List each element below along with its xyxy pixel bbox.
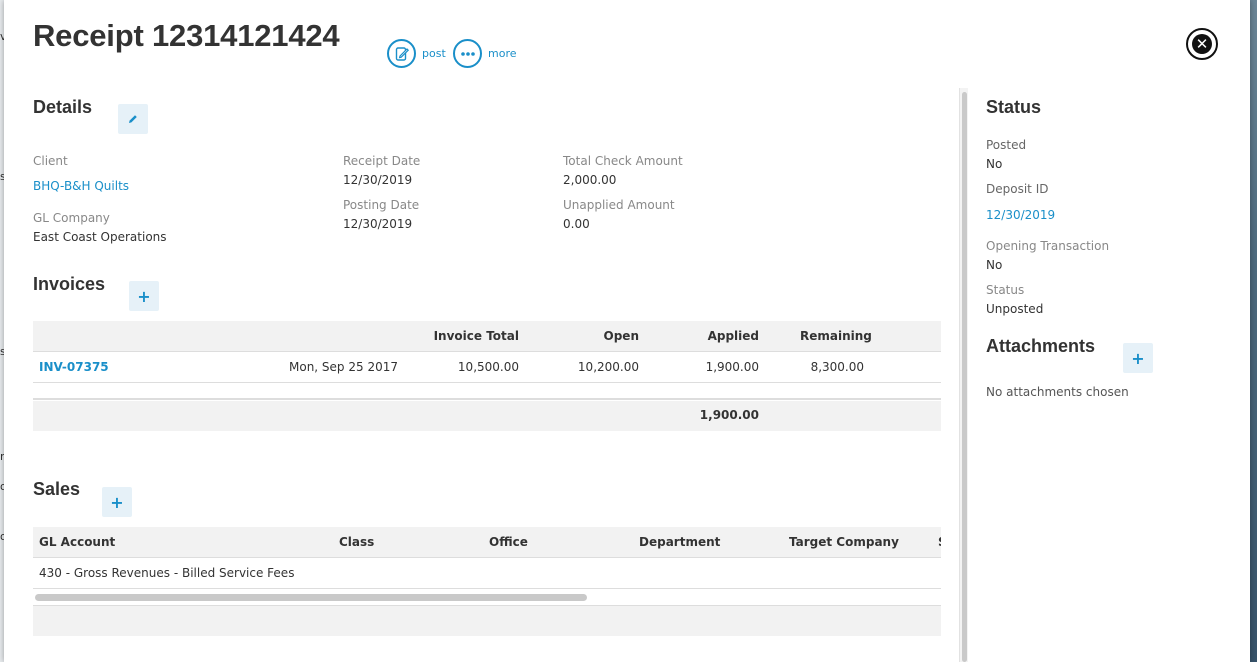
remaining-value: 8,300.00 bbox=[810, 360, 864, 374]
status-label: Status bbox=[986, 283, 1025, 297]
add-sale-button[interactable]: + bbox=[102, 487, 132, 517]
horizontal-scrollbar-thumb[interactable] bbox=[35, 594, 587, 601]
gl-company-label: GL Company bbox=[33, 211, 110, 225]
column-header-department: Department bbox=[639, 535, 721, 549]
sales-table-footer bbox=[33, 605, 941, 636]
add-invoice-button[interactable]: + bbox=[129, 281, 159, 311]
receipt-date-label: Receipt Date bbox=[343, 154, 421, 168]
invoice-total-value: 10,500.00 bbox=[457, 360, 519, 374]
table-row: INV-07375 Mon, Sep 25 2017 10,500.00 10,… bbox=[33, 352, 941, 383]
plus-icon: + bbox=[1131, 348, 1145, 368]
column-header-open: Open bbox=[603, 329, 639, 343]
gl-account-value: 430 - Gross Revenues - Billed Service Fe… bbox=[39, 566, 295, 580]
more-dots-icon bbox=[453, 39, 482, 68]
total-check-label: Total Check Amount bbox=[563, 154, 683, 168]
status-value: Unposted bbox=[986, 302, 1044, 316]
close-button[interactable]: ✕ bbox=[1186, 28, 1218, 60]
gl-company-value: East Coast Operations bbox=[33, 230, 167, 244]
post-label: post bbox=[422, 47, 446, 60]
posted-value: No bbox=[986, 157, 1003, 171]
total-check-value: 2,000.00 bbox=[563, 173, 617, 187]
opening-transaction-value: No bbox=[986, 258, 1003, 272]
posting-date-value: 12/30/2019 bbox=[343, 217, 413, 231]
opening-transaction-label: Opening Transaction bbox=[986, 239, 1110, 253]
unapplied-value: 0.00 bbox=[563, 217, 590, 231]
background-image-edge bbox=[1250, 0, 1257, 662]
column-header-truncated: S bbox=[938, 535, 941, 549]
plus-icon: + bbox=[137, 286, 151, 306]
vertical-scrollbar[interactable] bbox=[959, 88, 968, 662]
no-attachments-text: No attachments chosen bbox=[986, 385, 1129, 399]
invoices-table-header: Invoice Total Open Applied Remaining bbox=[33, 321, 941, 352]
more-button[interactable]: more bbox=[453, 39, 517, 68]
client-label: Client bbox=[33, 154, 68, 168]
post-button[interactable]: post bbox=[387, 39, 446, 68]
open-value: 10,200.00 bbox=[577, 360, 639, 374]
sales-table-header: GL Account Class Office Department Targe… bbox=[33, 527, 941, 558]
add-attachment-button[interactable]: + bbox=[1123, 343, 1153, 373]
more-label: more bbox=[488, 47, 517, 60]
applied-value: 1,900.00 bbox=[705, 360, 759, 374]
invoice-date: Mon, Sep 25 2017 bbox=[289, 360, 398, 374]
posting-date-label: Posting Date bbox=[343, 198, 420, 212]
invoices-heading: Invoices bbox=[33, 274, 106, 294]
vertical-scrollbar-thumb[interactable] bbox=[962, 92, 967, 662]
horizontal-scrollbar[interactable] bbox=[33, 591, 941, 603]
pencil-icon bbox=[129, 115, 137, 123]
column-header-target-company: Target Company bbox=[789, 535, 899, 549]
status-heading: Status bbox=[986, 97, 1042, 117]
receipt-date-value: 12/30/2019 bbox=[343, 173, 413, 187]
details-heading: Details bbox=[33, 97, 93, 117]
sales-heading: Sales bbox=[33, 479, 81, 499]
column-header-gl-account: GL Account bbox=[39, 535, 116, 549]
edit-details-button[interactable] bbox=[118, 104, 148, 134]
edit-document-icon bbox=[387, 39, 416, 68]
invoice-link[interactable]: INV-07375 bbox=[39, 360, 109, 374]
plus-icon: + bbox=[110, 492, 124, 512]
deposit-id-link[interactable]: 12/30/2019 bbox=[986, 208, 1055, 222]
close-circle-icon: ✕ bbox=[1192, 34, 1212, 54]
page-title: Receipt 12314121424 bbox=[33, 18, 340, 53]
column-header-invoice-total: Invoice Total bbox=[433, 329, 519, 343]
table-spacer-row bbox=[33, 383, 941, 400]
invoices-table-footer: 1,900.00 bbox=[33, 401, 941, 431]
deposit-id-label: Deposit ID bbox=[986, 182, 1049, 196]
attachments-heading: Attachments bbox=[986, 336, 1096, 356]
unapplied-label: Unapplied Amount bbox=[563, 198, 675, 212]
column-header-remaining: Remaining bbox=[800, 329, 872, 343]
posted-label: Posted bbox=[986, 138, 1027, 152]
applied-total: 1,900.00 bbox=[699, 408, 759, 422]
column-header-office: Office bbox=[489, 535, 528, 549]
receipt-modal: Receipt 12314121424 post more ✕ Details … bbox=[4, 0, 1250, 662]
table-row: 430 - Gross Revenues - Billed Service Fe… bbox=[33, 558, 941, 589]
column-header-class: Class bbox=[339, 535, 375, 549]
client-link[interactable]: BHQ-B&H Quilts bbox=[33, 179, 129, 193]
column-header-applied: Applied bbox=[707, 329, 759, 343]
